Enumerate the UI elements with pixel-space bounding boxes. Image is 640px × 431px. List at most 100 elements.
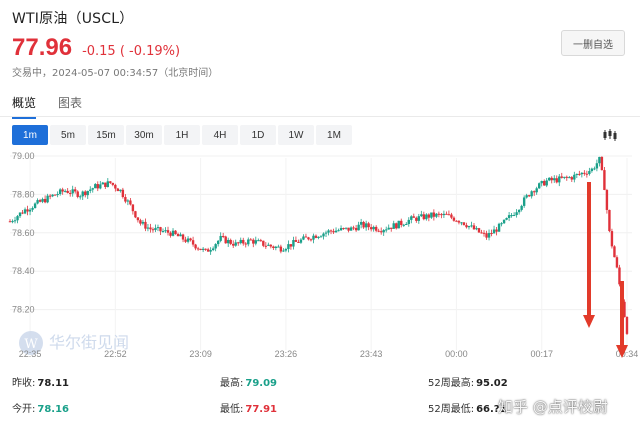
candle-body (21, 212, 24, 214)
candle (364, 220, 368, 231)
candle-body (8, 221, 12, 223)
candle-body (600, 156, 604, 171)
candle (608, 209, 611, 233)
candle (595, 159, 599, 172)
candle (13, 216, 17, 224)
candle-body (234, 242, 237, 246)
candle (450, 212, 453, 220)
candle-body (317, 236, 320, 238)
candle-body (61, 189, 64, 192)
candle-body (339, 228, 343, 231)
period-1d[interactable]: 1D (240, 125, 276, 145)
candle-body (211, 248, 215, 251)
candle (445, 211, 448, 215)
candle-body (590, 168, 594, 172)
candle-body (139, 220, 142, 224)
candle (540, 180, 543, 187)
candle-body (38, 200, 42, 202)
candle (462, 222, 466, 226)
candle-body (357, 224, 360, 231)
candle (455, 220, 458, 222)
candle (299, 238, 303, 244)
candle (164, 227, 167, 233)
candle-body (289, 244, 293, 247)
candle-body (181, 234, 185, 240)
candlestick-chart-icon[interactable] (598, 125, 622, 145)
candle-body (194, 244, 197, 249)
candle (242, 237, 245, 246)
candle (507, 212, 511, 222)
candle-body (161, 230, 165, 232)
period-1mo[interactable]: 1M (316, 125, 352, 145)
candle-body (352, 227, 355, 229)
candle-body (432, 212, 436, 217)
period-1h[interactable]: 1H (164, 125, 200, 145)
candle-body (94, 184, 97, 189)
candle-body (585, 173, 589, 175)
candle (131, 204, 135, 215)
candle (196, 246, 200, 251)
candle-body (477, 228, 481, 233)
stat-52wk-low: 52周最低: 66.?1 (428, 404, 507, 415)
zhihu-watermark: 知乎 @点评校尉 (498, 398, 608, 416)
candle (224, 235, 227, 244)
period-30m[interactable]: 30m (126, 125, 162, 145)
candle (99, 181, 102, 190)
remove-watchlist-button[interactable]: 一删自选 (561, 30, 625, 56)
x-tick-label: 22:52 (104, 349, 127, 359)
candle-body (440, 214, 443, 216)
period-1m[interactable]: 1m (12, 125, 48, 145)
candle-body (13, 220, 17, 222)
candle (334, 227, 338, 233)
arrow-head (583, 315, 595, 328)
candle (369, 224, 373, 232)
period-5m[interactable]: 5m (50, 125, 86, 145)
candle-body (400, 220, 403, 226)
trading-status: 交易中，2024-05-07 00:34:57（北京时间） (12, 68, 219, 79)
candle-body (457, 221, 461, 223)
candle-body (279, 246, 283, 252)
candle-body (272, 246, 275, 249)
candle (465, 222, 468, 229)
candle (427, 213, 431, 222)
candle-body (141, 221, 145, 224)
candle-body (56, 194, 59, 196)
candle-body (109, 181, 112, 183)
candle-body (570, 177, 574, 180)
candle (169, 231, 172, 238)
candle (101, 181, 104, 185)
candle (317, 236, 320, 240)
candle (377, 228, 380, 233)
candle (111, 182, 115, 187)
candle-body (583, 172, 586, 174)
candle (545, 177, 548, 188)
candle-body (254, 240, 257, 244)
candle (66, 188, 69, 194)
candle-body (134, 211, 137, 218)
candle (116, 187, 120, 192)
candle (497, 222, 501, 232)
candle (425, 213, 428, 221)
candle (247, 237, 250, 247)
candle (134, 210, 137, 219)
candle (362, 220, 365, 229)
candle (485, 230, 488, 240)
candle-body (467, 226, 471, 228)
candle (339, 225, 343, 231)
candle (517, 209, 521, 215)
period-4h[interactable]: 4H (202, 125, 238, 145)
candle-body (575, 173, 579, 175)
candle (527, 194, 531, 197)
candle-body (237, 242, 240, 244)
candle-body (372, 226, 375, 230)
candle-body (71, 189, 74, 194)
period-15m[interactable]: 15m (88, 125, 124, 145)
candle (605, 188, 609, 214)
candle (342, 227, 345, 230)
candle-body (146, 227, 150, 229)
candle (149, 223, 152, 233)
candle-body (221, 235, 225, 237)
candlestick-chart[interactable]: W 华尔街见闻 79.0078.8078.6078.4078.2022:35 22… (0, 150, 640, 362)
candle-body (505, 217, 508, 220)
period-1w[interactable]: 1W (278, 125, 314, 145)
